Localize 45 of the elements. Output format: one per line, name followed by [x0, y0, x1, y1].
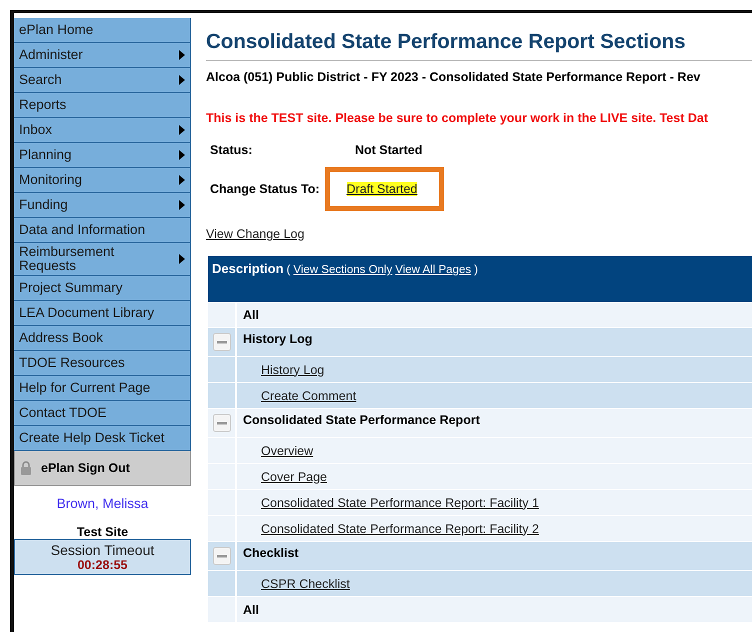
report-subtitle: Alcoa (051) Public District - FY 2023 - Consolidated State Performance Report - Rev: [206, 70, 702, 84]
sidebar-item[interactable]: Planning: [14, 143, 191, 168]
change-log-link[interactable]: View Change Log: [206, 227, 304, 241]
sidebar-item[interactable]: Address Book: [14, 326, 191, 351]
page-link[interactable]: Cover Page: [261, 470, 328, 484]
sidebar-item[interactable]: Contact TDOE: [14, 401, 191, 426]
status-label: Status:: [210, 143, 254, 157]
user-name-link[interactable]: Brown, Melissa: [14, 496, 191, 511]
description-header: Description: [212, 261, 284, 276]
page-link[interactable]: History Log: [261, 362, 324, 376]
status-value: Not Started: [355, 143, 424, 157]
page-title: Consolidated State Performance Report Sections: [206, 30, 687, 54]
all-label: All: [243, 602, 259, 616]
sidebar-item[interactable]: ePlan Home: [14, 18, 191, 43]
sidebar-item[interactable]: Reports: [14, 93, 191, 118]
test-site-warning: This is the TEST site. Please be sure to complete your work in the LIVE site. Test Dat: [206, 111, 709, 125]
sidebar-item[interactable]: Project Summary: [14, 276, 191, 301]
header-link[interactable]: View Sections Only: [293, 264, 392, 276]
site-label: Test Site: [76, 525, 130, 539]
sidebar-item[interactable]: Data and Information: [14, 218, 191, 243]
sidebar-item[interactable]: Inbox: [14, 118, 191, 143]
sidebar-item[interactable]: Help for Current Page: [14, 376, 191, 401]
page-link[interactable]: Create Comment: [261, 388, 356, 402]
sidebar-item[interactable]: Monitoring: [14, 168, 191, 193]
draft-started-link[interactable]: Draft Started: [346, 182, 418, 196]
page-link[interactable]: CSPR Checklist: [261, 576, 350, 590]
sign-out-button[interactable]: ePlan Sign Out: [14, 451, 191, 486]
sidebar-item[interactable]: LEA Document Library: [14, 301, 191, 326]
sidebar-item[interactable]: Create Help Desk Ticket: [14, 426, 191, 451]
paren-text: ): [474, 264, 478, 276]
sidebar-item[interactable]: Administer: [14, 43, 191, 68]
all-label: All: [243, 308, 259, 322]
header-link[interactable]: View All Pages: [395, 264, 472, 276]
sidebar-item[interactable]: Funding: [14, 193, 191, 218]
change-status-label: Change Status To:: [210, 182, 320, 196]
paren-text: (: [286, 264, 290, 276]
section-heading: History Log: [243, 332, 312, 346]
session-label: Session Timeout: [50, 542, 154, 558]
sidebar-item[interactable]: TDOE Resources: [14, 351, 191, 376]
sidebar-item[interactable]: Search: [14, 68, 191, 93]
page-link[interactable]: Overview: [261, 444, 314, 458]
section-heading: Checklist: [243, 546, 299, 560]
sidebar-item[interactable]: Reimbursement Requests: [14, 243, 191, 276]
session-timer: 00:28:55: [77, 558, 128, 572]
section-heading: Consolidated State Performance Report: [243, 413, 480, 427]
